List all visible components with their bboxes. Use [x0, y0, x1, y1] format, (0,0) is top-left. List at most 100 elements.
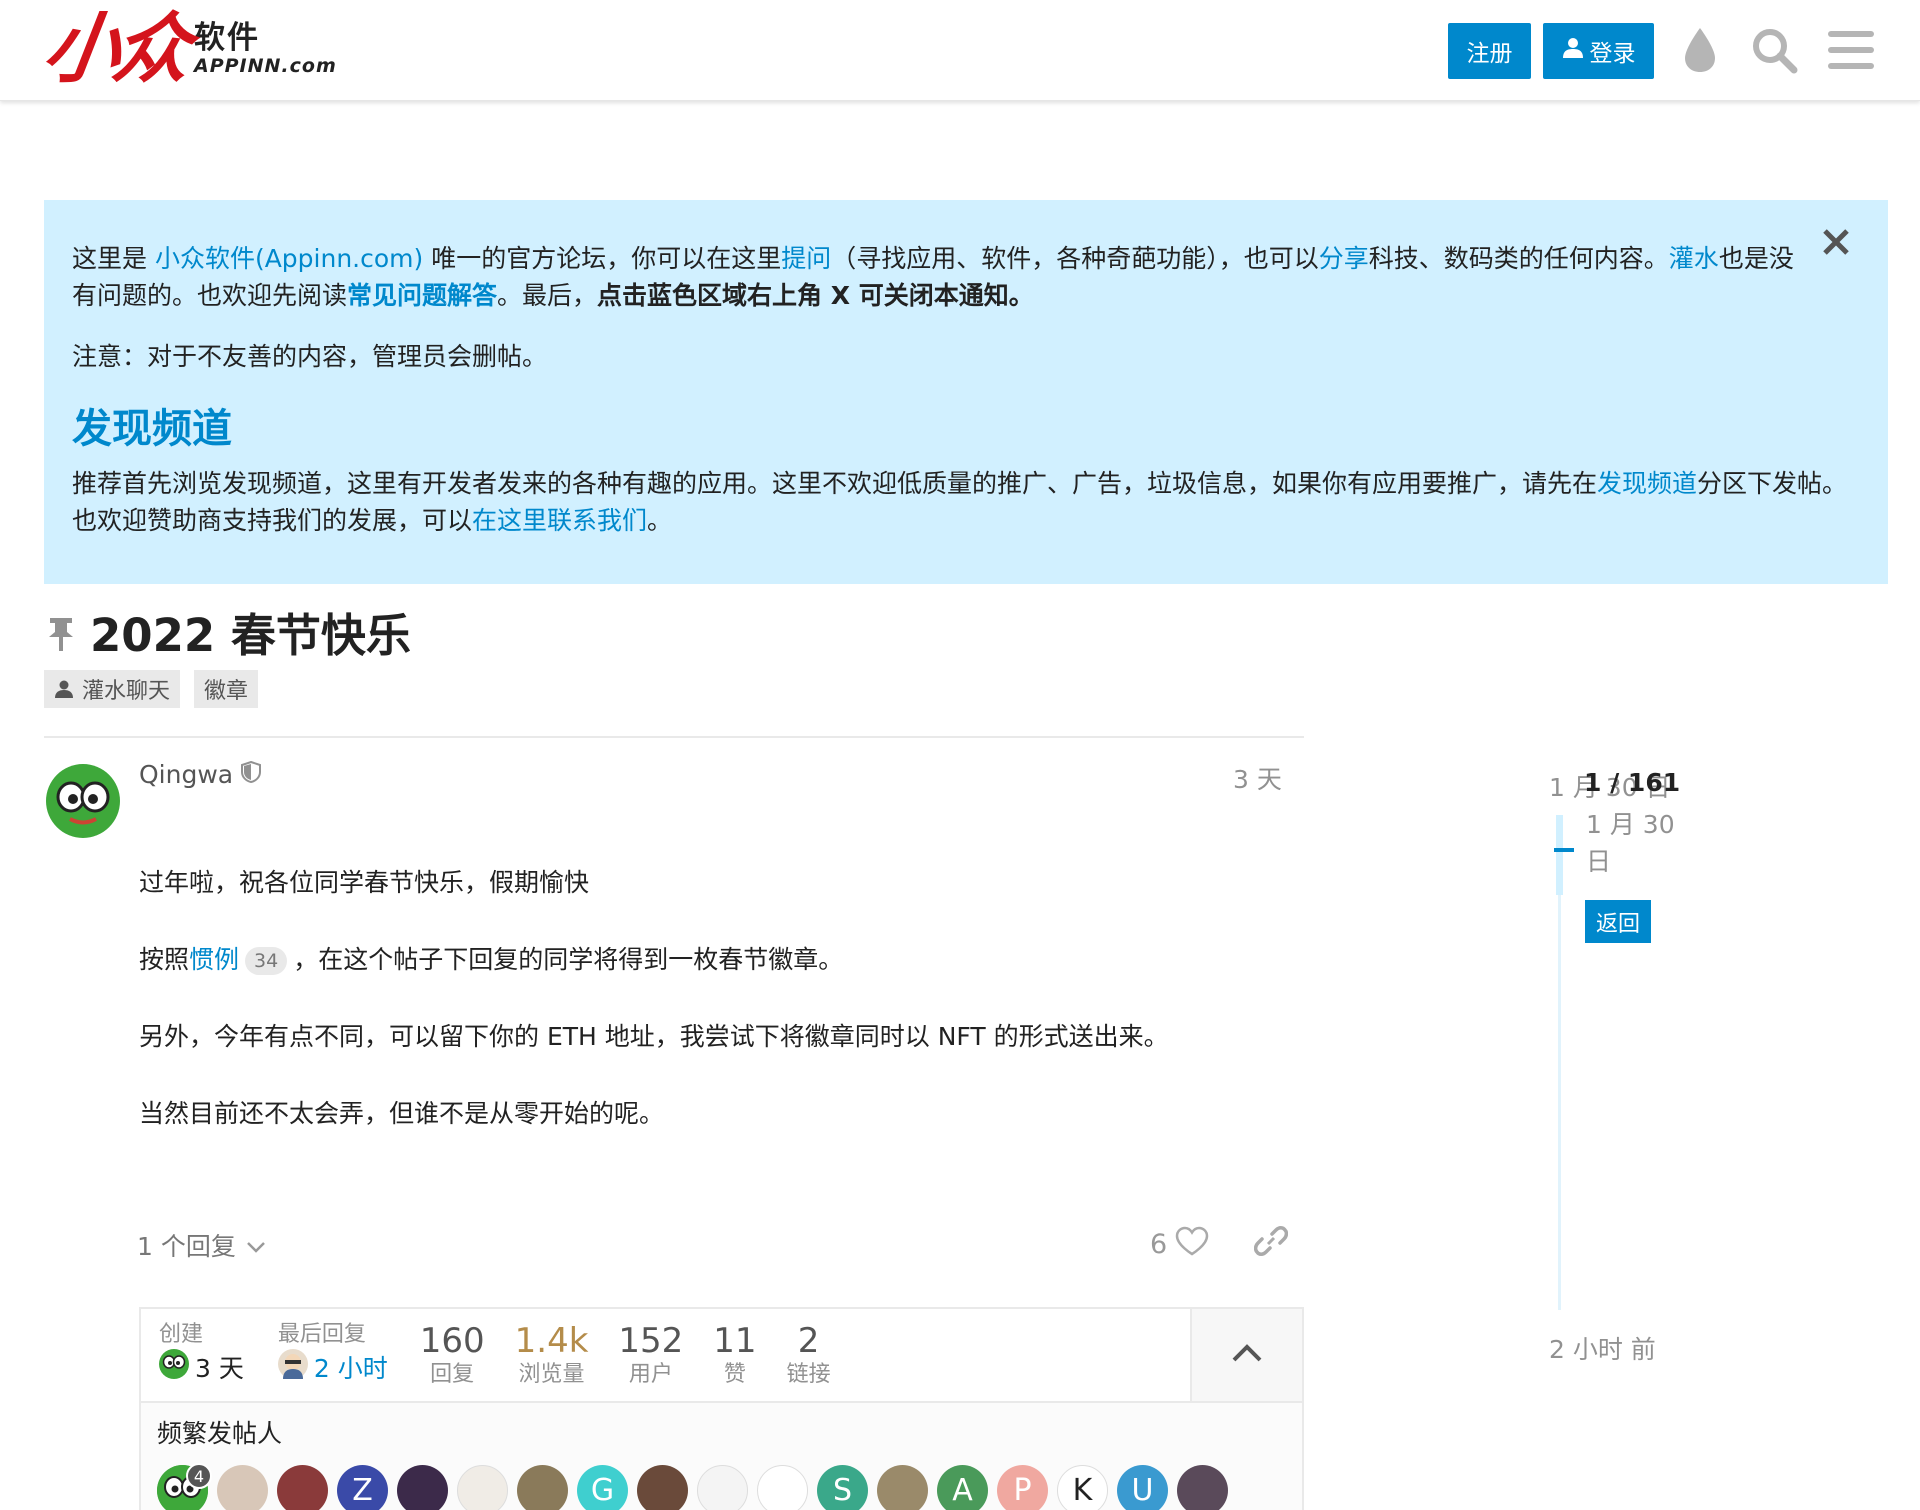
logo-en-text: APPINN.com [194, 55, 337, 77]
tag-badge[interactable]: 徽章 [194, 670, 259, 708]
chat-link[interactable]: 灌水 [1669, 244, 1719, 273]
last-reply-stat: 最后回复 2 小时 [277, 1321, 388, 1389]
appinn-link[interactable]: 小众软件(Appinn.com) [155, 244, 423, 273]
poster-avatar[interactable]: G [577, 1465, 628, 1510]
poster-avatar[interactable] [757, 1465, 808, 1510]
created-stat: 创建 3 天 [159, 1321, 244, 1389]
link-click-count: 34 [245, 947, 288, 975]
poster-avatar[interactable] [877, 1465, 928, 1510]
replies-stat: 160 回复 [419, 1321, 485, 1387]
likes-stat: 11 赞 [713, 1321, 757, 1387]
poster-avatar[interactable] [697, 1465, 748, 1510]
category-badge[interactable]: 灌水聊天 [44, 670, 181, 708]
poster-avatar[interactable] [397, 1465, 448, 1510]
chevron-up-icon [1231, 1343, 1263, 1367]
post-count-badge: 4 [186, 1463, 212, 1489]
signup-button[interactable]: 注册 [1448, 23, 1531, 79]
welcome-banner: 这里是 小众软件(Appinn.com) 唯一的官方论坛，你可以在这里提问（寻找… [44, 200, 1888, 584]
shield-icon [241, 760, 262, 789]
poster-initial: S [832, 1473, 853, 1508]
discover-channel-link[interactable]: 发现频道 [1597, 469, 1697, 498]
poster-initial: P [1013, 1473, 1032, 1508]
site-logo[interactable]: 小众 软件 APPINN.com [38, 4, 337, 93]
frequent-posters-list: 4 Z G S A P K U [157, 1463, 1286, 1510]
poster-avatar[interactable] [277, 1465, 328, 1510]
topic-map: 创建 3 天 最后回复 2 小时 160 回复 1.4k 浏览量 152 用户 … [139, 1307, 1304, 1510]
poster-avatar[interactable]: Z [337, 1465, 388, 1510]
theme-drop-icon[interactable] [1672, 22, 1728, 78]
logo-cn-text: 软件 [194, 20, 260, 56]
pin-icon [46, 616, 76, 656]
timeline-handle-marker [1554, 848, 1574, 852]
poster-avatar[interactable]: U [1117, 1465, 1168, 1510]
links-stat[interactable]: 2 链接 [787, 1321, 831, 1389]
topic-title[interactable]: 2022 春节快乐 [90, 606, 411, 666]
poster-initial: Z [352, 1473, 373, 1508]
replies-toggle-button[interactable]: 1 个回复 [137, 1227, 266, 1263]
contact-us-link[interactable]: 在这里联系我们 [472, 506, 647, 535]
poster-initial: G [590, 1473, 615, 1508]
last-reply-value: 2 小时 [313, 1354, 388, 1383]
poster-avatar[interactable]: 4 [157, 1463, 212, 1510]
poster-avatar[interactable]: P [997, 1465, 1048, 1510]
post-paragraph: 当然目前还不太会弄，但谁不是从零开始的呢。 [139, 1099, 665, 1128]
divider [44, 736, 1304, 738]
category-label: 灌水聊天 [82, 679, 171, 704]
login-button[interactable]: 登录 [1543, 23, 1654, 79]
share-link[interactable]: 分享 [1319, 244, 1369, 273]
ask-link[interactable]: 提问 [781, 244, 831, 273]
poster-avatar[interactable] [457, 1465, 508, 1510]
poster-initial: A [952, 1473, 973, 1508]
poster-avatar[interactable]: A [937, 1465, 988, 1510]
post-paragraph: 按照惯例 34 ，在这个帖子下回复的同学将得到一枚春节徽章。 [139, 945, 844, 975]
map-collapse-button[interactable] [1190, 1309, 1302, 1401]
close-icon[interactable] [1814, 220, 1858, 264]
timeline-progress: 1 / 161 [1584, 768, 1681, 797]
custom-link[interactable]: 惯例 [189, 945, 239, 974]
poster-initial: K [1072, 1473, 1093, 1508]
poster-avatar[interactable] [517, 1465, 568, 1510]
chevron-down-icon [246, 1231, 266, 1260]
topic-tags: 灌水聊天 徽章 [44, 670, 259, 708]
post-paragraph: 另外，今年有点不同，可以留下你的 ETH 地址，我尝试下将徽章同时以 NFT 的… [139, 1022, 1169, 1051]
login-label: 登录 [1589, 41, 1636, 67]
avatar[interactable] [159, 1349, 189, 1389]
topic-title-row: 2022 春节快乐 [46, 606, 411, 666]
search-icon[interactable] [1746, 22, 1802, 78]
avatar [277, 1349, 308, 1389]
avatar[interactable] [46, 764, 120, 838]
poster-avatar[interactable] [637, 1465, 688, 1510]
poster-initial: U [1131, 1473, 1154, 1508]
post-date[interactable]: 3 天 [1233, 760, 1282, 796]
poster-avatar[interactable] [217, 1465, 268, 1510]
timeline-back-button[interactable]: 返回 [1585, 900, 1651, 943]
created-value: 3 天 [195, 1354, 244, 1383]
faq-link[interactable]: 常见问题解答 [347, 281, 497, 310]
poster-avatar[interactable] [1177, 1465, 1228, 1510]
replies-toggle-label: 1 个回复 [137, 1232, 236, 1261]
heart-icon [1175, 1226, 1209, 1263]
post-author[interactable]: Qingwa [139, 760, 262, 789]
poster-avatar[interactable]: K [1057, 1465, 1108, 1510]
user-icon [1562, 37, 1584, 65]
username-label: Qingwa [139, 760, 234, 789]
banner-notice: 注意：对于不友善的内容，管理员会删帖。 [72, 342, 548, 371]
timeline-end-date[interactable]: 2 小时 前 [1549, 1330, 1656, 1366]
like-button[interactable]: 6 [1150, 1226, 1209, 1263]
banner-intro: 这里是 小众软件(Appinn.com) 唯一的官方论坛，你可以在这里提问（寻找… [72, 244, 1794, 310]
poster-avatar[interactable]: S [817, 1465, 868, 1510]
banner-heading: 发现频道 [72, 406, 232, 452]
like-count: 6 [1150, 1229, 1168, 1260]
menu-icon[interactable] [1823, 22, 1879, 78]
site-header: 小众 软件 APPINN.com 注册 登录 [0, 0, 1920, 101]
banner-discover-text: 推荐首先浏览发现频道，这里有开发者发来的各种有趣的应用。这里不欢迎低质量的推广、… [72, 469, 1848, 535]
user-secret-icon [54, 679, 74, 699]
users-stat: 152 用户 [618, 1321, 684, 1387]
post-paragraph: 过年啦，祝各位同学春节快乐，假期愉快 [139, 868, 590, 897]
link-icon[interactable] [1253, 1224, 1289, 1262]
views-stat: 1.4k 浏览量 [514, 1321, 589, 1387]
timeline-scroll-handle[interactable] [1556, 815, 1563, 895]
logo-mark: 小众 [37, 4, 191, 93]
frequent-posters-title: 频繁发帖人 [157, 1419, 283, 1448]
post-content: 过年啦，祝各位同学春节快乐，假期愉快 按照惯例 34 ，在这个帖子下回复的同学将得到… [139, 864, 1289, 1172]
